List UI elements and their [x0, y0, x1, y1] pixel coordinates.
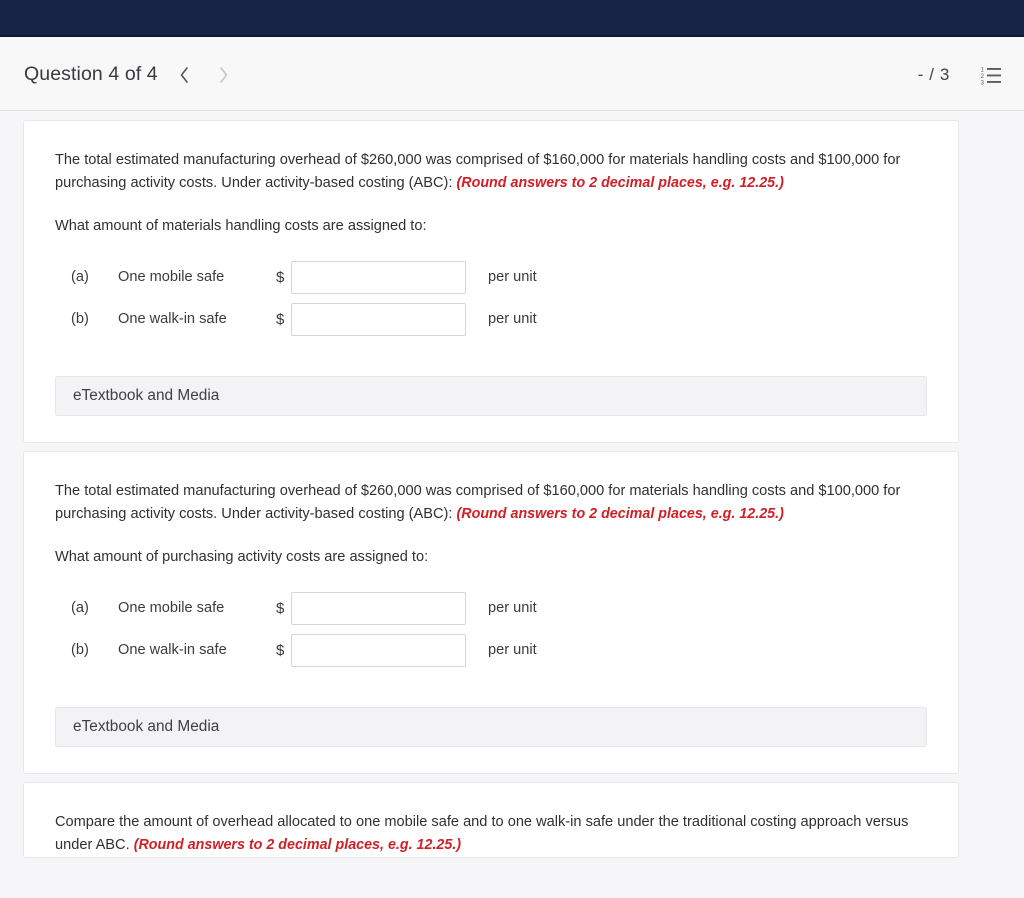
rounding-note: (Round answers to 2 decimal places, e.g.… — [133, 836, 462, 853]
chevron-right-icon[interactable] — [217, 64, 230, 86]
unit-suffix: per unit — [488, 642, 537, 659]
etextbook-and-media-bar[interactable]: eTextbook and Media — [55, 376, 927, 417]
answer-letter: (b) — [71, 311, 89, 328]
currency-symbol: $ — [276, 268, 285, 286]
answer-row: (a) One mobile safe $ per unit — [55, 256, 927, 298]
question-page: Question 4 of 4 - / 3 1 2 3 The total es… — [0, 0, 1024, 898]
question-part-card: The total estimated manufacturing overhe… — [23, 451, 959, 775]
answer-letter: (b) — [71, 642, 89, 659]
etextbook-and-media-bar[interactable]: eTextbook and Media — [55, 707, 927, 748]
answer-row: (a) One mobile safe $ per unit — [55, 587, 927, 629]
sub-question-text: What amount of purchasing activity costs… — [55, 549, 429, 566]
answer-letter: (a) — [71, 269, 89, 286]
etextbook-label: eTextbook and Media — [73, 387, 220, 405]
unit-suffix: per unit — [488, 269, 537, 286]
unit-suffix: per unit — [488, 600, 537, 617]
question-header: Question 4 of 4 - / 3 1 2 3 — [0, 39, 1024, 111]
answer-letter: (a) — [71, 600, 89, 617]
sub-question-text: What amount of materials handling costs … — [55, 218, 427, 235]
answer-row: (b) One walk-in safe $ per unit — [55, 629, 927, 671]
page-title: Question 4 of 4 — [24, 63, 158, 85]
answer-input[interactable] — [291, 633, 466, 667]
question-scroll-area[interactable]: The total estimated manufacturing overhe… — [0, 112, 1024, 898]
rounding-note: (Round answers to 2 decimal places, e.g.… — [456, 174, 784, 191]
answer-rows: (a) One mobile safe $ per unit (b) One w… — [55, 587, 927, 671]
question-nav-arrows — [178, 64, 230, 86]
question-prompt: The total estimated manufacturing overhe… — [55, 480, 927, 525]
chevron-left-icon[interactable] — [178, 64, 191, 86]
question-part-card-partial: Compare the amount of overhead allocated… — [23, 782, 959, 858]
question-prompt: Compare the amount of overhead allocated… — [55, 811, 927, 856]
top-navigation-bar — [0, 0, 1024, 37]
answer-input[interactable] — [291, 260, 466, 294]
currency-symbol: $ — [276, 599, 285, 617]
question-prompt: The total estimated manufacturing overhe… — [55, 149, 927, 194]
answer-item-label: One mobile safe — [118, 269, 225, 286]
svg-text:3: 3 — [981, 79, 985, 86]
currency-symbol: $ — [276, 310, 285, 328]
numbered-list-icon[interactable]: 1 2 3 — [980, 64, 1002, 86]
answer-item-label: One walk-in safe — [118, 642, 227, 659]
currency-symbol: $ — [276, 641, 285, 659]
question-list: The total estimated manufacturing overhe… — [0, 120, 990, 858]
answer-item-label: One mobile safe — [118, 600, 225, 617]
answer-rows: (a) One mobile safe $ per unit (b) One w… — [55, 256, 927, 340]
answer-row: (b) One walk-in safe $ per unit — [55, 298, 927, 340]
answer-item-label: One walk-in safe — [118, 311, 227, 328]
etextbook-label: eTextbook and Media — [73, 718, 220, 736]
rounding-note: (Round answers to 2 decimal places, e.g.… — [456, 505, 784, 522]
unit-suffix: per unit — [488, 311, 537, 328]
answer-input[interactable] — [291, 302, 466, 336]
answer-input[interactable] — [291, 591, 466, 625]
score-display: - / 3 — [917, 64, 950, 84]
question-part-card: The total estimated manufacturing overhe… — [23, 120, 959, 444]
